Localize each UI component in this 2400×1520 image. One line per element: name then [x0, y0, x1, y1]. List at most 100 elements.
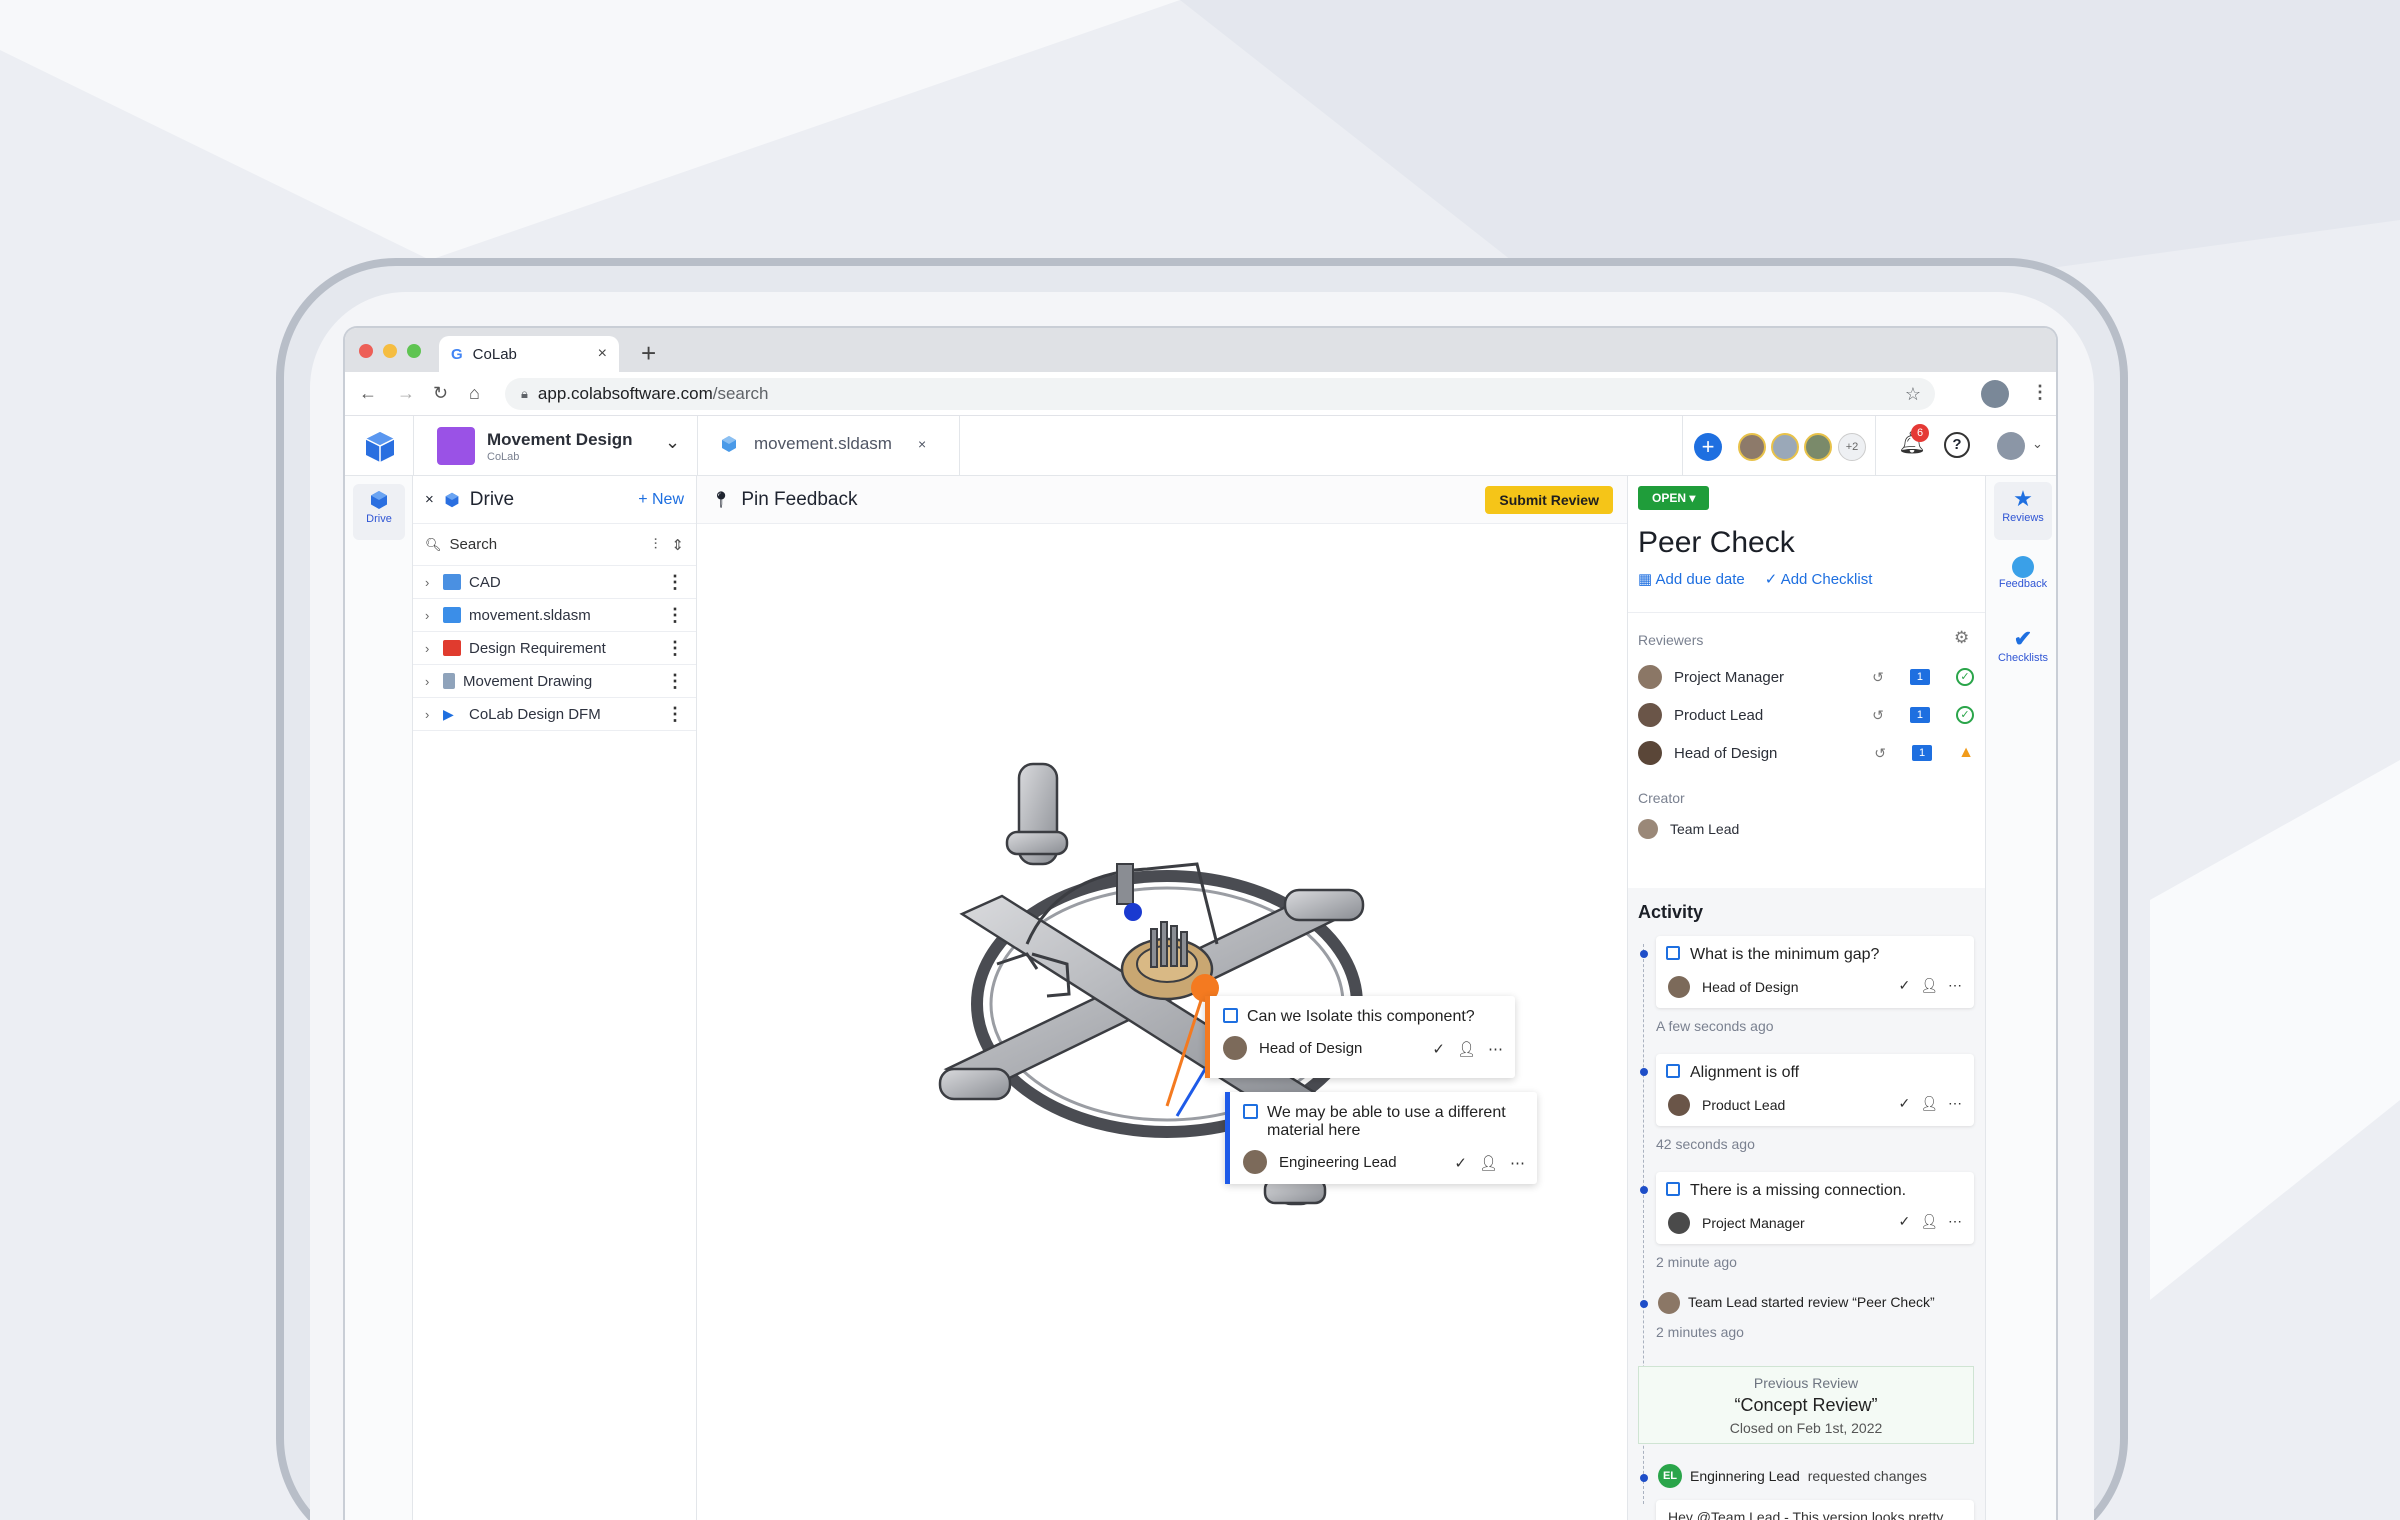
rail-item-checklists[interactable]: ✔ Checklists	[1994, 622, 2052, 680]
history-icon[interactable]: ↺	[1872, 669, 1884, 686]
forward-arrow-icon[interactable]: →	[397, 383, 415, 404]
tree-item-label: Design Requirement	[469, 639, 606, 657]
colab-logo-icon[interactable]	[363, 430, 397, 464]
collaborator-avatar[interactable]	[1804, 433, 1832, 461]
change-request-comment: Hey @Team Lead - This version looks pret…	[1668, 1509, 1944, 1520]
new-item-button[interactable]: + New	[638, 491, 684, 509]
chevron-right-icon[interactable]: ›	[425, 608, 435, 623]
history-icon[interactable]: ↺	[1874, 745, 1886, 762]
reviewer-avatar	[1638, 703, 1662, 727]
close-window-dot[interactable]	[359, 344, 373, 358]
rail-item-reviews[interactable]: ★ Reviews	[1994, 482, 2052, 540]
address-bar[interactable]: 🔒︎ app.colabsoftware.com/search ☆	[505, 378, 1935, 410]
tree-item[interactable]: › Design Requirement ⋮	[413, 632, 696, 665]
new-tab-button[interactable]: +	[641, 338, 656, 369]
open-file-tab[interactable]: movement.sldasm ×	[720, 434, 926, 454]
feedback-callout[interactable]: Can we Isolate this component? Head of D…	[1205, 996, 1515, 1078]
more-vertical-icon[interactable]: ⋮	[666, 704, 684, 725]
review-status-dropdown[interactable]: OPEN ▾	[1638, 486, 1710, 510]
rail-item-feedback[interactable]: Feedback	[1994, 552, 2052, 610]
tree-item[interactable]: › Movement Drawing ⋮	[413, 665, 696, 698]
chevron-down-icon[interactable]: ⌄	[665, 432, 680, 453]
resolve-check-icon[interactable]: ✓	[1454, 1154, 1467, 1172]
rail-item-drive[interactable]: Drive	[353, 484, 405, 540]
assign-user-icon[interactable]: 👤︎	[1479, 1154, 1498, 1172]
home-icon[interactable]: ⌂	[469, 383, 480, 404]
settings-gear-icon[interactable]: ⚙	[1954, 628, 1969, 648]
sort-icon[interactable]: ⇕	[671, 536, 684, 554]
timeline-dot	[1640, 1186, 1648, 1194]
collaborator-avatar[interactable]	[1771, 433, 1799, 461]
assign-user-icon[interactable]: 👤︎	[1920, 977, 1938, 994]
previous-review-card[interactable]: Previous Review “Concept Review” Closed …	[1638, 1366, 1974, 1444]
chevron-right-icon[interactable]: ›	[425, 575, 435, 590]
project-color-swatch[interactable]	[437, 427, 475, 465]
reviewer-row[interactable]: Product Lead ↺ 1 ✓	[1638, 700, 1974, 730]
reviewer-row[interactable]: Head of Design ↺ 1 ▲	[1638, 738, 1974, 768]
more-horizontal-icon[interactable]: ⋯	[1948, 1095, 1962, 1112]
back-arrow-icon[interactable]: ←	[359, 383, 377, 404]
browser-profile-avatar[interactable]	[1981, 380, 2009, 408]
chevron-right-icon[interactable]: ›	[425, 641, 435, 656]
feedback-callout[interactable]: We may be able to use a different materi…	[1225, 1092, 1537, 1184]
feedback-icon	[2012, 556, 2034, 578]
comment-type-icon	[1666, 1064, 1680, 1078]
drive-search[interactable]: 🔍︎ Search ⫶ ⇕	[413, 524, 696, 566]
more-vertical-icon[interactable]: ⋮	[666, 638, 684, 659]
more-collaborators-badge[interactable]: +2	[1838, 433, 1866, 461]
more-horizontal-icon[interactable]: ⋯	[1948, 977, 1962, 994]
more-vertical-icon[interactable]: ⋮	[666, 671, 684, 692]
assign-user-icon[interactable]: 👤︎	[1457, 1040, 1476, 1058]
search-input[interactable]: Search	[450, 536, 498, 553]
reload-icon[interactable]: ↻	[433, 383, 448, 404]
author-avatar	[1668, 1212, 1690, 1234]
tree-item[interactable]: › ▶ CoLab Design DFM ⋮	[413, 698, 696, 731]
chevron-right-icon[interactable]: ›	[425, 674, 435, 689]
activity-card[interactable]: What is the minimum gap? Head of Design …	[1656, 936, 1974, 1008]
resolve-check-icon[interactable]: ✓	[1898, 977, 1910, 994]
close-file-tab-icon[interactable]: ×	[918, 436, 926, 452]
close-panel-icon[interactable]: ×	[425, 491, 434, 508]
more-horizontal-icon[interactable]: ⋯	[1510, 1154, 1525, 1172]
change-request-comment-card[interactable]: Hey @Team Lead - This version looks pret…	[1656, 1500, 1974, 1520]
history-icon[interactable]: ↺	[1872, 707, 1884, 724]
calendar-icon: ▦	[1638, 571, 1656, 588]
assign-user-icon[interactable]: 👤︎	[1920, 1095, 1938, 1112]
more-vertical-icon[interactable]: ⋮	[666, 605, 684, 626]
browser-tab[interactable]: G CoLab ×	[439, 336, 619, 372]
pdf-icon	[443, 640, 461, 656]
resolve-check-icon[interactable]: ✓	[1898, 1213, 1910, 1230]
activity-author: Head of Design	[1702, 979, 1799, 995]
activity-card[interactable]: There is a missing connection. Project M…	[1656, 1172, 1974, 1244]
resolve-check-icon[interactable]: ✓	[1898, 1095, 1910, 1112]
project-name[interactable]: Movement Design	[487, 430, 632, 450]
add-due-date-link[interactable]: ▦ Add due date	[1638, 570, 1745, 588]
tree-item-label: CAD	[469, 573, 501, 591]
change-request-author: Enginnering Lead	[1690, 1468, 1800, 1484]
close-tab-icon[interactable]: ×	[598, 345, 607, 363]
minimize-window-dot[interactable]	[383, 344, 397, 358]
maximize-window-dot[interactable]	[407, 344, 421, 358]
bookmark-star-icon[interactable]: ☆	[1905, 384, 1921, 405]
tree-item[interactable]: › movement.sldasm ⋮	[413, 599, 696, 632]
more-horizontal-icon[interactable]: ⋯	[1488, 1040, 1503, 1058]
help-icon[interactable]: ?	[1944, 432, 1970, 458]
activity-card[interactable]: Alignment is off Product Lead ✓ 👤︎ ⋯	[1656, 1054, 1974, 1126]
activity-time: A few seconds ago	[1656, 1018, 1774, 1034]
more-vertical-icon[interactable]: ⋮	[666, 572, 684, 593]
filter-sliders-icon[interactable]: ⫶	[654, 536, 658, 554]
browser-menu-icon[interactable]: ⋮	[2031, 382, 2049, 403]
more-horizontal-icon[interactable]: ⋯	[1948, 1213, 1962, 1230]
comment-type-icon	[1223, 1008, 1238, 1023]
collaborator-avatar[interactable]	[1738, 433, 1766, 461]
tree-item[interactable]: › CAD ⋮	[413, 566, 696, 599]
chevron-down-icon[interactable]: ⌄	[2032, 436, 2043, 452]
activity-time: 42 seconds ago	[1656, 1136, 1755, 1152]
add-collaborator-button[interactable]: +	[1694, 433, 1722, 461]
resolve-check-icon[interactable]: ✓	[1432, 1040, 1445, 1058]
assign-user-icon[interactable]: 👤︎	[1920, 1213, 1938, 1230]
chevron-right-icon[interactable]: ›	[425, 707, 435, 722]
user-avatar[interactable]	[1997, 432, 2025, 460]
add-checklist-link[interactable]: ✓ Add Checklist	[1765, 570, 1873, 588]
reviewer-row[interactable]: Project Manager ↺ 1 ✓	[1638, 662, 1974, 692]
